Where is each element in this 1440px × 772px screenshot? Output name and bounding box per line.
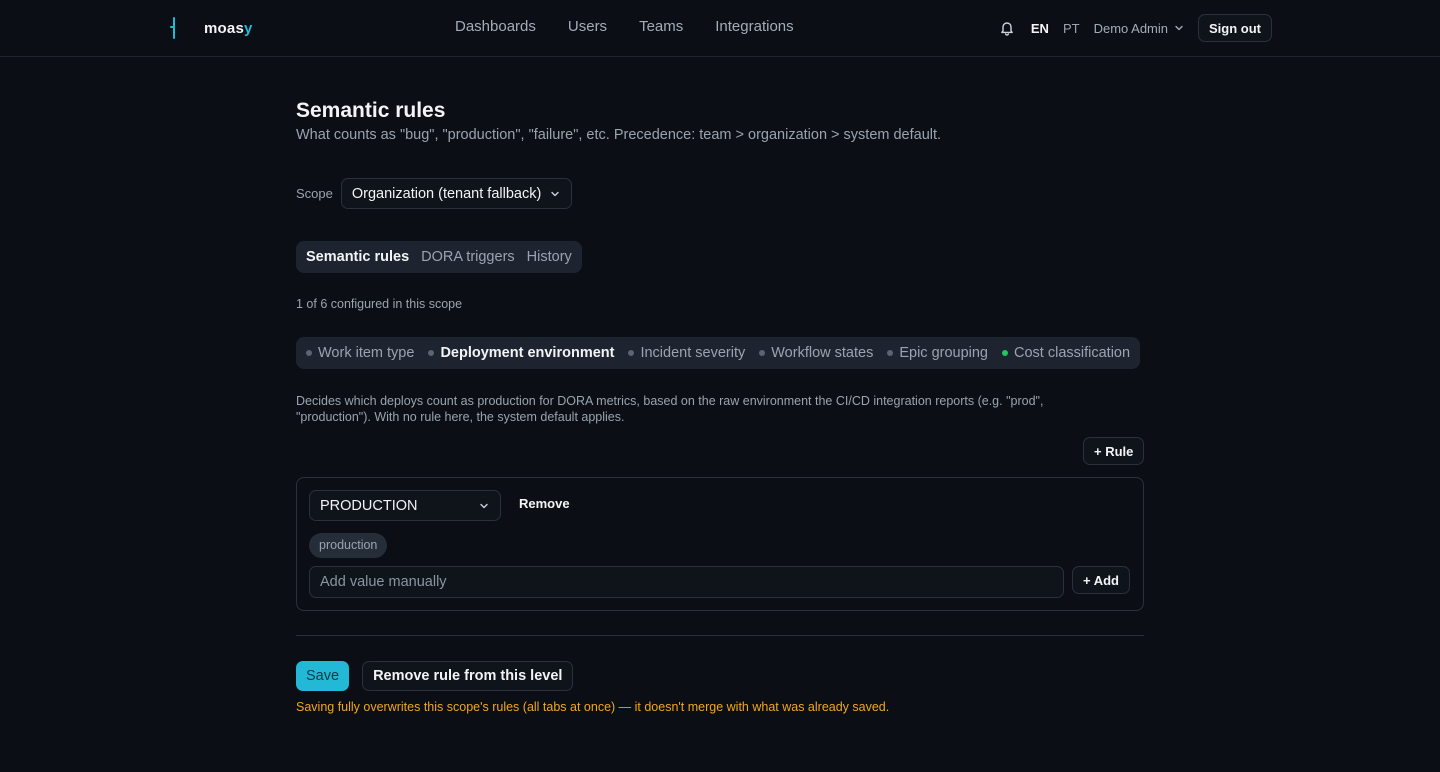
rule-category-select[interactable]: PRODUCTION: [309, 490, 501, 521]
sign-out-button[interactable]: Sign out: [1198, 14, 1272, 42]
status-dot: [887, 350, 894, 356]
bell-icon[interactable]: [999, 20, 1015, 36]
chevron-down-icon: [1175, 25, 1183, 31]
value-chip[interactable]: production: [309, 533, 388, 558]
configured-count: 1 of 6 configured in this scope: [296, 297, 463, 311]
add-value-input[interactable]: [309, 566, 1064, 598]
rule-type-tabs: Work item type Deployment environment In…: [296, 337, 1141, 369]
add-rule-button[interactable]: + Rule: [1083, 437, 1145, 465]
status-dot: [306, 350, 312, 356]
user-name: Demo Admin: [1093, 20, 1168, 36]
rule-card: PRODUCTION Remove production + Add: [296, 477, 1144, 611]
language-en[interactable]: EN: [1031, 21, 1049, 36]
tab-dora-triggers[interactable]: DORA triggers: [415, 245, 520, 269]
page-subtitle: What counts as "bug", "production", "fai…: [296, 127, 942, 143]
scope-select[interactable]: Organization (tenant fallback): [340, 178, 573, 209]
tab-history[interactable]: History: [521, 245, 578, 269]
nav-users[interactable]: Users: [568, 18, 607, 35]
status-dot-configured: [1002, 350, 1008, 356]
top-bar: moasy Dashboards Users Teams Integration…: [0, 0, 1440, 57]
save-button[interactable]: Save: [296, 661, 350, 691]
rule-type-deployment-environment[interactable]: Deployment environment: [428, 345, 614, 361]
rule-description: Decides which deploys count as productio…: [296, 394, 1044, 424]
brand-bar-icon: [168, 14, 180, 42]
scope-value: Organization (tenant fallback): [351, 185, 542, 202]
rule-type-workflow-states[interactable]: Workflow states: [759, 345, 873, 361]
add-value-button[interactable]: + Add: [1072, 566, 1130, 594]
nav-dashboards[interactable]: Dashboards: [455, 18, 536, 35]
section-tabs: Semantic rules DORA triggers History: [296, 241, 582, 273]
scope-row: Scope Organization (tenant fallback): [296, 178, 573, 209]
status-dot: [428, 350, 435, 356]
rule-type-work-item-type[interactable]: Work item type: [306, 345, 414, 361]
nav-teams[interactable]: Teams: [639, 18, 683, 35]
main-content: Semantic rules What counts as "bug", "pr…: [296, 99, 1166, 714]
chevron-down-icon: [551, 191, 559, 196]
divider: [296, 635, 1144, 636]
rule-type-incident-severity[interactable]: Incident severity: [628, 345, 745, 361]
nav-integrations[interactable]: Integrations: [715, 18, 793, 35]
status-dot: [628, 350, 635, 356]
brand[interactable]: moasy: [168, 14, 253, 42]
rule-type-epic-grouping[interactable]: Epic grouping: [887, 345, 988, 361]
rule-category-value: PRODUCTION: [320, 497, 418, 514]
form-actions: Save Remove rule from this level: [296, 661, 574, 691]
tab-semantic-rules[interactable]: Semantic rules: [300, 245, 415, 269]
rule-type-cost-classification[interactable]: Cost classification: [1002, 345, 1130, 361]
main-nav: Dashboards Users Teams Integrations: [455, 18, 794, 35]
language-pt[interactable]: PT: [1063, 21, 1080, 36]
page-title: Semantic rules: [296, 99, 446, 122]
header-tools: EN PT Demo Admin Sign out: [999, 14, 1272, 42]
status-dot: [759, 350, 766, 356]
overwrite-warning: Saving fully overwrites this scope's rul…: [296, 700, 890, 714]
scope-label: Scope: [296, 186, 333, 201]
brand-name: moasy: [204, 19, 253, 37]
chevron-down-icon: [480, 503, 488, 508]
remove-rule-button[interactable]: Remove: [519, 496, 570, 511]
remove-rule-from-level-button[interactable]: Remove rule from this level: [362, 661, 574, 691]
user-menu[interactable]: Demo Admin: [1094, 21, 1184, 36]
